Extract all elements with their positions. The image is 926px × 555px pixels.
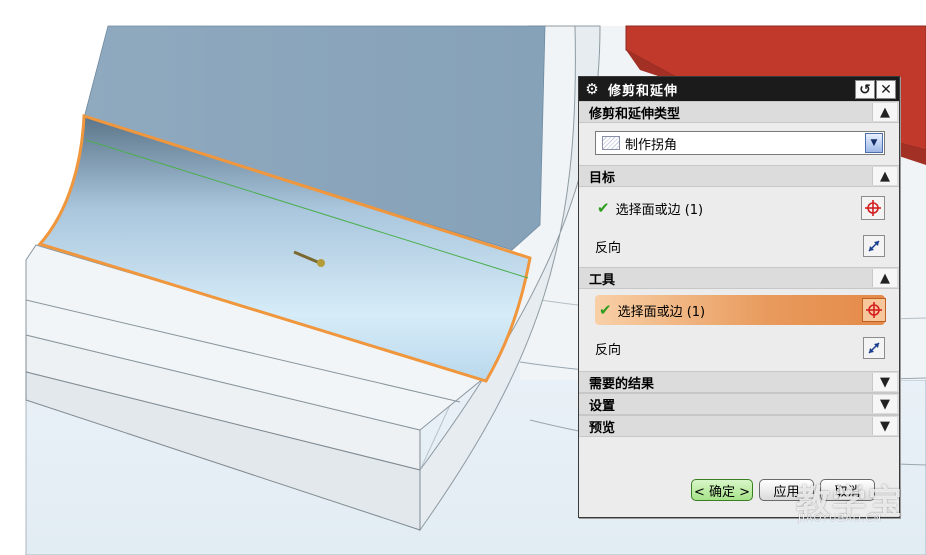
watermark: 教学宝 JIAOYUBAO.CN <box>790 475 920 535</box>
section-header-results[interactable]: 需要的结果 ▼ <box>579 371 899 393</box>
target-select-label: 选择面或边 (1) <box>615 202 704 218</box>
reset-button[interactable]: ↺ <box>855 80 875 99</box>
trim-extend-dialog: ⚙ 修剪和延伸 ↺ ✕ 修剪和延伸类型 ▲ 制作拐角 ▼ 目标 ▲ ✔ 选择面或… <box>578 76 900 518</box>
section-header-type[interactable]: 修剪和延伸类型 ▲ <box>579 101 899 123</box>
section-body-type: 制作拐角 ▼ <box>579 123 899 165</box>
chevron-down-icon[interactable]: ▼ <box>872 417 897 435</box>
target-reverse-row[interactable]: 反向 <box>579 231 899 261</box>
close-button[interactable]: ✕ <box>876 80 896 99</box>
corner-type-icon <box>602 136 620 150</box>
section-header-tool[interactable]: 工具 ▲ <box>579 267 899 289</box>
dialog-title-bar[interactable]: ⚙ 修剪和延伸 ↺ ✕ <box>579 77 899 101</box>
type-dropdown-value: 制作拐角 <box>625 137 678 153</box>
target-reverse-label: 反向 <box>595 240 622 256</box>
watermark-url: JIAOYUBAO.CN <box>798 513 882 524</box>
tool-select-label: 选择面或边 (1) <box>617 304 706 320</box>
section-label: 修剪和延伸类型 <box>589 106 681 122</box>
chevron-up-icon[interactable]: ▲ <box>872 269 897 287</box>
reverse-direction-icon[interactable] <box>863 235 885 257</box>
chevron-down-icon[interactable]: ▼ <box>872 395 897 413</box>
reverse-direction-icon[interactable] <box>863 337 885 359</box>
type-dropdown[interactable]: 制作拐角 ▼ <box>595 131 885 155</box>
section-header-settings[interactable]: 设置 ▼ <box>579 393 899 415</box>
target-select-row[interactable]: ✔ 选择面或边 (1) <box>579 193 899 223</box>
crosshair-select-icon[interactable] <box>861 196 885 220</box>
section-label: 设置 <box>589 398 616 414</box>
tool-reverse-row[interactable]: 反向 <box>579 333 899 363</box>
tool-select-row[interactable]: ✔ 选择面或边 (1) <box>595 295 886 325</box>
section-label: 工具 <box>589 272 616 288</box>
gear-icon[interactable]: ⚙ <box>582 79 602 99</box>
section-header-preview[interactable]: 预览 ▼ <box>579 415 899 437</box>
chevron-up-icon[interactable]: ▲ <box>872 167 897 185</box>
direction-vector-tip <box>317 259 325 267</box>
section-body-target: ✔ 选择面或边 (1) 反向 <box>579 187 899 267</box>
dialog-title: 修剪和延伸 <box>608 83 679 99</box>
section-label: 预览 <box>589 420 616 436</box>
checkmark-icon: ✔ <box>599 301 612 319</box>
chevron-up-icon[interactable]: ▲ <box>872 103 897 121</box>
section-label: 需要的结果 <box>589 376 655 392</box>
ok-button[interactable]: < 确定 > <box>691 479 753 501</box>
chevron-down-icon[interactable]: ▼ <box>872 373 897 391</box>
checkmark-icon: ✔ <box>597 199 610 217</box>
chevron-down-icon[interactable]: ▼ <box>865 133 883 153</box>
crosshair-select-icon[interactable] <box>862 298 886 322</box>
section-label: 目标 <box>589 170 616 186</box>
tool-reverse-label: 反向 <box>595 342 622 358</box>
section-body-tool: ✔ 选择面或边 (1) 反向 <box>579 289 899 371</box>
section-header-target[interactable]: 目标 ▲ <box>579 165 899 187</box>
